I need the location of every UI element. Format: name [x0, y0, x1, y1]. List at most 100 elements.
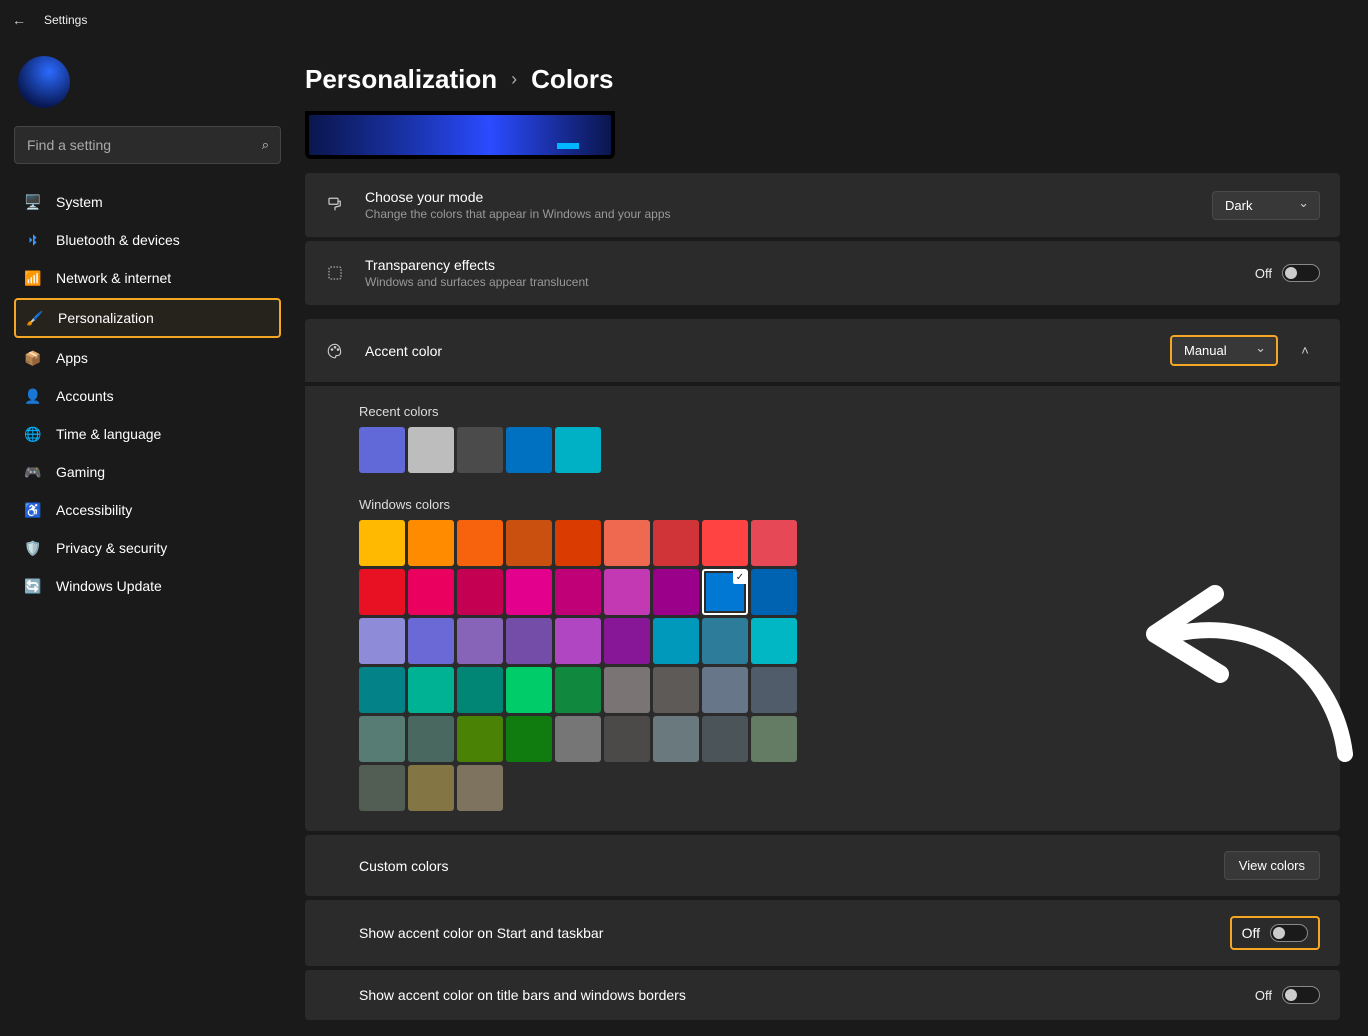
color-swatch[interactable]	[359, 569, 405, 615]
sidebar-item-system[interactable]: 🖥️System	[14, 184, 281, 220]
mode-dropdown[interactable]: Dark	[1212, 191, 1320, 220]
color-swatch[interactable]	[653, 520, 699, 566]
color-swatch[interactable]	[359, 667, 405, 713]
color-swatch[interactable]	[751, 667, 797, 713]
sidebar-item-privacy-security[interactable]: 🛡️Privacy & security	[14, 530, 281, 566]
apps-icon: 📦	[24, 349, 42, 367]
sidebar-item-time-language[interactable]: 🌐Time & language	[14, 416, 281, 452]
color-swatch[interactable]	[702, 667, 748, 713]
windows-colors-label: Windows colors	[359, 497, 1320, 512]
back-button[interactable]: ←	[12, 12, 26, 28]
color-swatch[interactable]	[408, 427, 454, 473]
transparency-card[interactable]: Transparency effects Windows and surface…	[305, 241, 1340, 305]
color-swatch[interactable]	[653, 569, 699, 615]
color-swatch[interactable]	[359, 618, 405, 664]
search-box[interactable]: ⌕	[14, 126, 281, 164]
color-swatch[interactable]	[457, 765, 503, 811]
sidebar-item-windows-update[interactable]: 🔄 Windows Update	[14, 568, 281, 604]
sidebar-item-gaming[interactable]: 🎮Gaming	[14, 454, 281, 490]
color-swatch[interactable]	[359, 520, 405, 566]
color-swatch[interactable]	[604, 716, 650, 762]
sidebar-item-label: Windows Update	[56, 578, 162, 594]
custom-colors-label: Custom colors	[359, 858, 1224, 874]
time-language-icon: 🌐	[24, 425, 42, 443]
color-swatch[interactable]	[604, 667, 650, 713]
color-swatch[interactable]	[653, 667, 699, 713]
color-swatch[interactable]	[653, 618, 699, 664]
sidebar-item-personalization[interactable]: 🖌️Personalization	[14, 298, 281, 338]
color-swatch[interactable]	[408, 667, 454, 713]
start-taskbar-toggle[interactable]	[1270, 924, 1308, 942]
color-swatch[interactable]	[702, 716, 748, 762]
mode-desc: Change the colors that appear in Windows…	[365, 207, 1212, 221]
color-swatch[interactable]	[702, 520, 748, 566]
color-swatch[interactable]	[751, 569, 797, 615]
color-swatch[interactable]	[555, 427, 601, 473]
color-swatch[interactable]	[408, 618, 454, 664]
windows-update-icon: 🔄	[24, 577, 42, 595]
page-title: Colors	[531, 64, 613, 95]
color-swatch[interactable]	[506, 569, 552, 615]
color-swatch[interactable]	[555, 667, 601, 713]
color-swatch[interactable]	[751, 716, 797, 762]
color-swatch[interactable]	[359, 427, 405, 473]
color-swatch[interactable]	[751, 520, 797, 566]
recent-label: Recent colors	[359, 404, 1320, 419]
color-swatch[interactable]	[457, 427, 503, 473]
color-swatch[interactable]	[604, 569, 650, 615]
network-internet-icon: 📶	[24, 269, 42, 287]
color-swatch[interactable]	[506, 427, 552, 473]
avatar[interactable]	[18, 56, 70, 108]
color-swatch[interactable]	[457, 618, 503, 664]
color-swatch[interactable]	[555, 618, 601, 664]
color-swatch[interactable]	[702, 569, 748, 615]
color-swatch[interactable]	[408, 765, 454, 811]
color-swatch[interactable]	[506, 618, 552, 664]
sidebar-item-label: Bluetooth & devices	[56, 232, 180, 248]
color-swatch[interactable]	[359, 716, 405, 762]
color-swatch[interactable]	[408, 716, 454, 762]
color-swatch[interactable]	[457, 569, 503, 615]
color-swatch[interactable]	[408, 569, 454, 615]
color-swatch[interactable]	[555, 716, 601, 762]
accessibility-icon: ♿	[24, 501, 42, 519]
collapse-button[interactable]: ˄	[1290, 336, 1320, 366]
sidebar-item-accessibility[interactable]: ♿Accessibility	[14, 492, 281, 528]
color-swatch[interactable]	[408, 520, 454, 566]
color-swatch[interactable]	[555, 520, 601, 566]
privacy-security-icon: 🛡️	[24, 539, 42, 557]
color-swatch[interactable]	[457, 667, 503, 713]
color-swatch[interactable]	[359, 765, 405, 811]
color-swatch[interactable]	[506, 716, 552, 762]
titlebars-toggle[interactable]	[1282, 986, 1320, 1004]
color-swatch[interactable]	[653, 716, 699, 762]
sidebar-item-accounts[interactable]: 👤Accounts	[14, 378, 281, 414]
titlebars-row: Show accent color on title bars and wind…	[305, 970, 1340, 1020]
color-swatch[interactable]	[604, 618, 650, 664]
sidebar-item-label: Accounts	[56, 388, 114, 404]
breadcrumb-parent[interactable]: Personalization	[305, 64, 497, 95]
mode-card[interactable]: Choose your mode Change the colors that …	[305, 173, 1340, 237]
color-swatch[interactable]	[457, 716, 503, 762]
gaming-icon: 🎮	[24, 463, 42, 481]
accent-card[interactable]: Accent color Manual ˄	[305, 319, 1340, 382]
sidebar-item-label: System	[56, 194, 103, 210]
color-swatch[interactable]	[457, 520, 503, 566]
titlebars-state: Off	[1255, 988, 1272, 1003]
color-swatch[interactable]	[702, 618, 748, 664]
breadcrumb: Personalization › Colors	[305, 64, 1340, 95]
transparency-toggle[interactable]	[1282, 264, 1320, 282]
color-swatch[interactable]	[604, 520, 650, 566]
palette-icon	[325, 342, 345, 360]
search-input[interactable]	[14, 126, 281, 164]
color-swatch[interactable]	[751, 618, 797, 664]
color-swatch[interactable]	[506, 667, 552, 713]
color-swatch[interactable]	[506, 520, 552, 566]
view-colors-button[interactable]: View colors	[1224, 851, 1320, 880]
accent-dropdown[interactable]: Manual	[1170, 335, 1278, 366]
transparency-icon	[325, 264, 345, 282]
color-swatch[interactable]	[555, 569, 601, 615]
sidebar-item-network-internet[interactable]: 📶Network & internet	[14, 260, 281, 296]
sidebar-item-bluetooth-devices[interactable]: Bluetooth & devices	[14, 222, 281, 258]
sidebar-item-apps[interactable]: 📦Apps	[14, 340, 281, 376]
